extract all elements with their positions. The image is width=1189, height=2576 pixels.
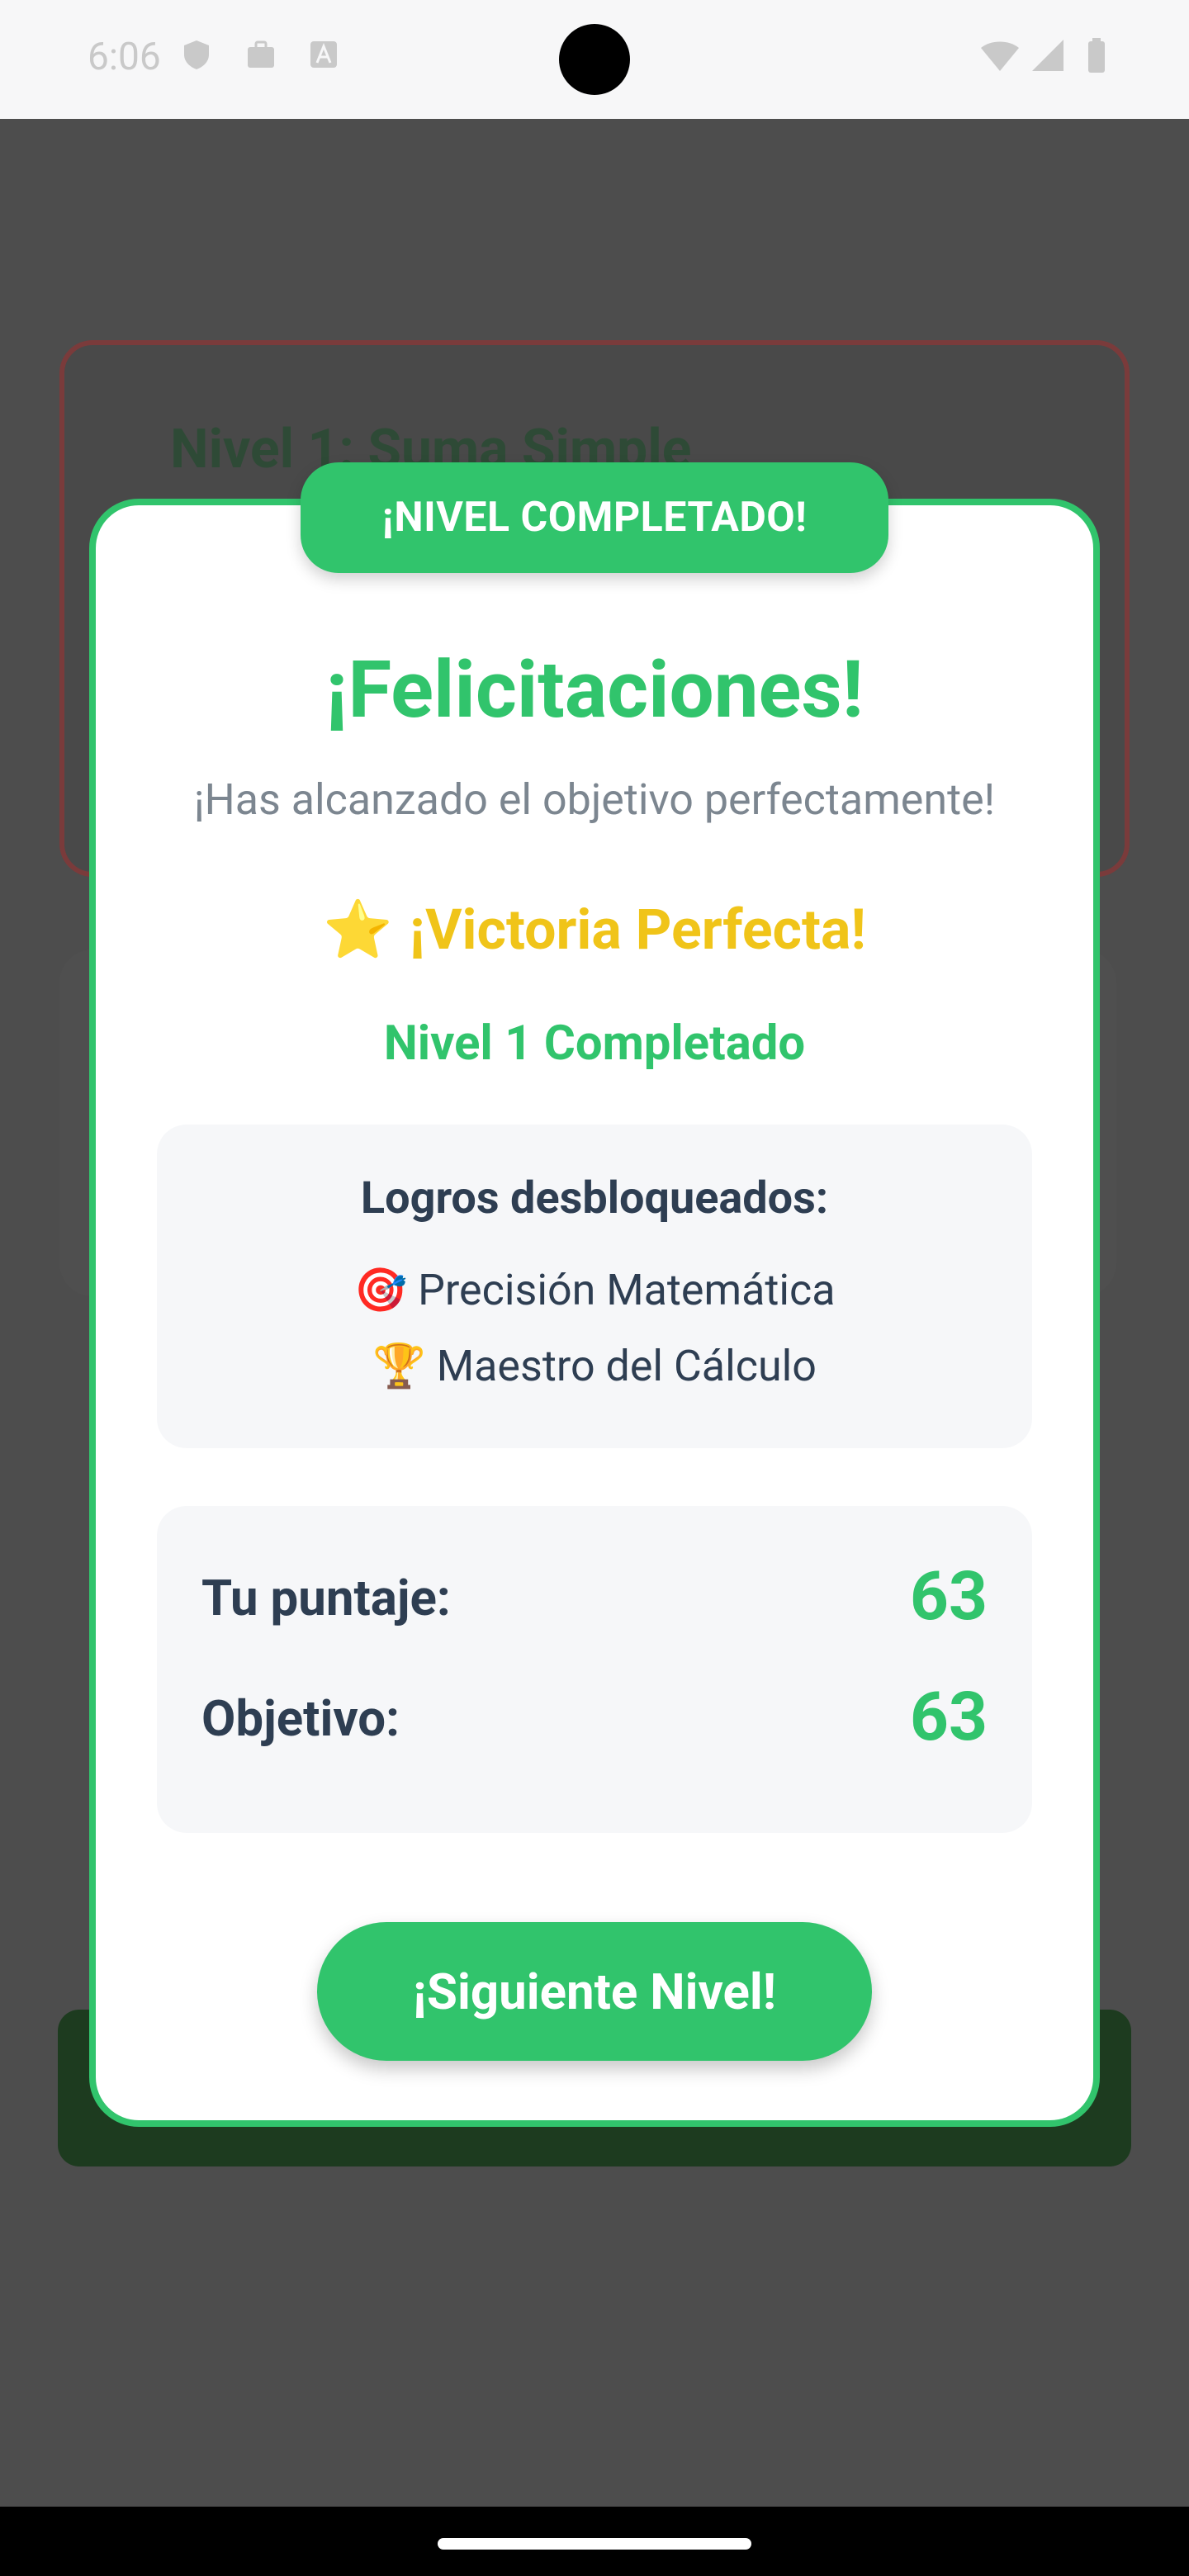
- font-icon: [310, 41, 337, 68]
- target-icon: 🎯: [353, 1265, 408, 1315]
- next-level-button[interactable]: ¡Siguiente Nivel!: [317, 1922, 872, 2061]
- shield-icon: [184, 40, 209, 69]
- dialog-subtitle: ¡Has alcanzado el objetivo perfectamente…: [193, 774, 996, 825]
- home-gesture-handle[interactable]: [438, 2538, 751, 2550]
- achievement-label: Precisión Matemática: [418, 1265, 836, 1315]
- dialog-title: ¡Felicitaciones!: [325, 644, 864, 736]
- status-bar: 6:06: [0, 0, 1189, 119]
- target-label: Objetivo:: [201, 1689, 400, 1748]
- victory-line: ⭐ ¡Victoria Perfecta!: [89, 897, 1100, 963]
- score-value: 63: [909, 1557, 988, 1636]
- score-panel: Tu puntaje: 63 Objetivo: 63: [157, 1506, 1032, 1833]
- briefcase-icon: [248, 40, 274, 68]
- achievements-panel: Logros desbloqueados: 🎯 Precisión Matemá…: [157, 1125, 1032, 1448]
- achievement-label: Maestro del Cálculo: [436, 1341, 817, 1391]
- achievement-item: 🏆 Maestro del Cálculo: [157, 1341, 1032, 1391]
- achievements-title: Logros desbloqueados:: [360, 1172, 829, 1224]
- status-time: 6:06: [88, 35, 161, 79]
- victory-text: ¡Victoria Perfecta!: [409, 897, 866, 963]
- trophy-icon: 🏆: [372, 1341, 426, 1391]
- level-complete-badge: ¡NIVEL COMPLETADO!: [301, 462, 888, 573]
- wifi-icon: [981, 41, 1019, 71]
- score-label: Tu puntaje:: [201, 1569, 451, 1627]
- battery-icon: [1088, 38, 1105, 73]
- target-value: 63: [909, 1678, 988, 1757]
- signal-icon: [1032, 40, 1063, 71]
- level-completed-text: Nivel 1 Completado: [383, 1016, 806, 1072]
- achievement-item: 🎯 Precisión Matemática: [157, 1265, 1032, 1315]
- star-icon: ⭐: [323, 897, 393, 963]
- front-camera: [559, 24, 630, 95]
